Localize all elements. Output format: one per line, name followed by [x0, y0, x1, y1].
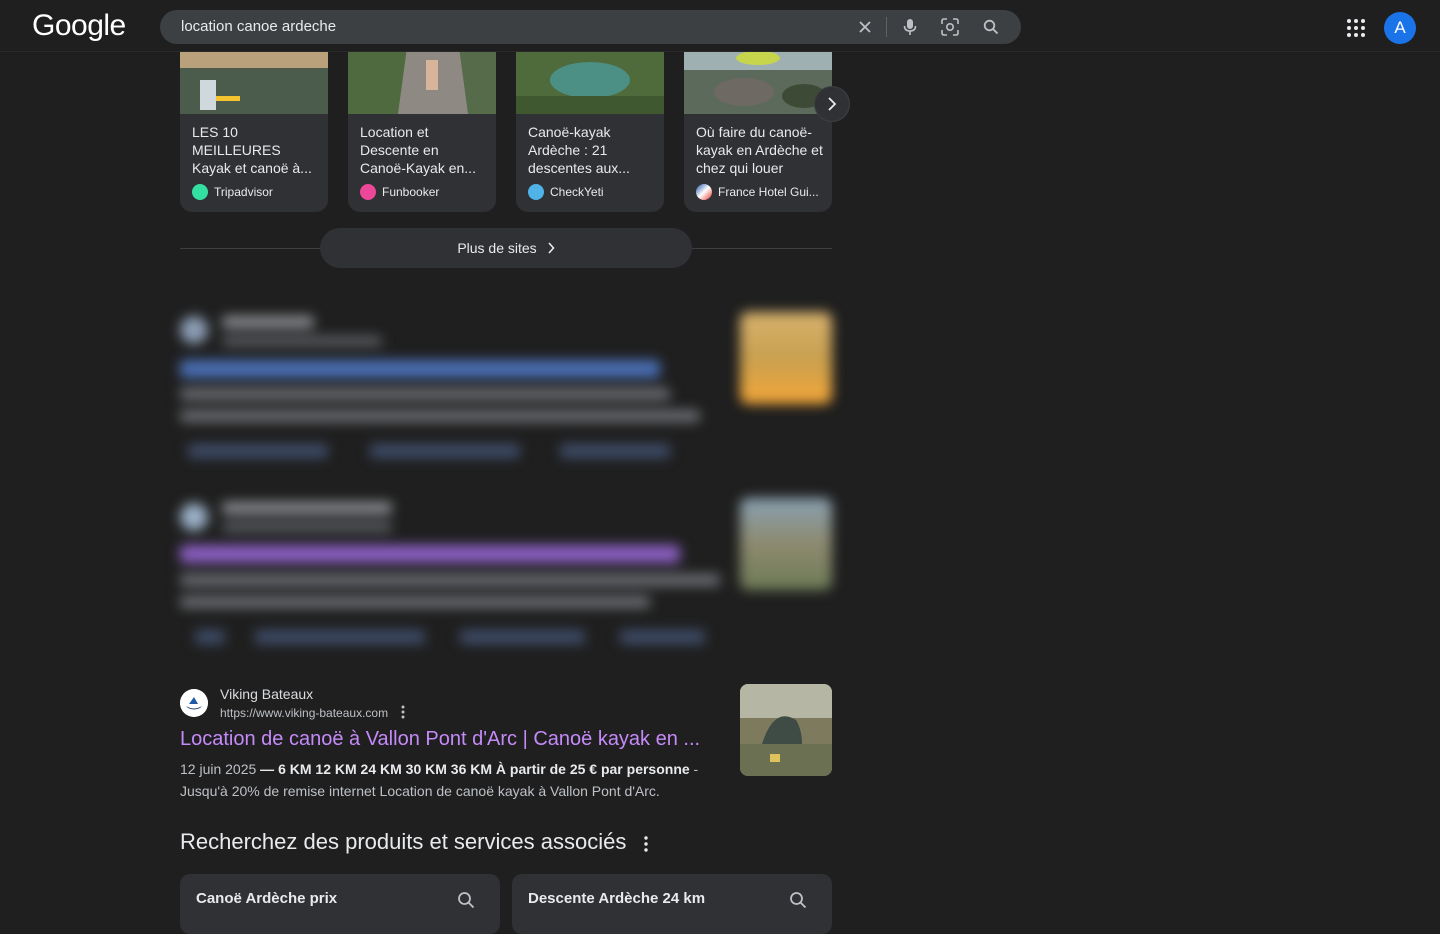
- result-snippet: 12 juin 2025 — 6 KM 12 KM 24 KM 30 KM 36…: [180, 758, 720, 802]
- clear-icon[interactable]: [854, 16, 876, 38]
- result-url[interactable]: https://www.viking-bateaux.com: [220, 706, 388, 720]
- search-divider: [886, 17, 887, 37]
- viking-bateaux-favicon[interactable]: [180, 689, 208, 717]
- search-icon[interactable]: [980, 16, 1002, 38]
- related-search-card[interactable]: Descente Ardèche 24 km: [512, 874, 832, 934]
- related-search-card[interactable]: Canoë Ardèche prix: [180, 874, 500, 934]
- more-options-icon[interactable]: [640, 835, 652, 853]
- result-snippet-price: À partir de 25 € par personne: [495, 761, 690, 777]
- related-search-label: Canoë Ardèche prix: [196, 890, 338, 907]
- result-site-name[interactable]: Viking Bateaux: [220, 686, 313, 702]
- more-options-icon[interactable]: [396, 704, 410, 720]
- apps-grid-icon[interactable]: [1344, 16, 1368, 40]
- related-heading: Recherchez des produits et services asso…: [180, 829, 627, 854]
- search-icon: [790, 892, 807, 909]
- header: Google location canoe ardeche A: [0, 0, 1440, 52]
- avatar[interactable]: A: [1384, 12, 1416, 44]
- related-search-label: Descente Ardèche 24 km: [528, 890, 706, 907]
- search-input[interactable]: location canoe ardeche: [181, 18, 336, 35]
- result-thumbnail[interactable]: [740, 684, 832, 776]
- result-snippet-distances: — 6 KM 12 KM 24 KM 30 KM 36 KM: [256, 761, 496, 777]
- search-box[interactable]: location canoe ardeche: [160, 10, 1021, 44]
- result-title-link[interactable]: Location de canoë à Vallon Pont d'Arc | …: [180, 728, 700, 751]
- microphone-icon[interactable]: [899, 16, 921, 38]
- camera-lens-icon[interactable]: [939, 16, 961, 38]
- google-logo[interactable]: Google: [32, 9, 126, 43]
- search-icon: [458, 892, 475, 909]
- result-date: 12 juin 2025: [180, 761, 257, 777]
